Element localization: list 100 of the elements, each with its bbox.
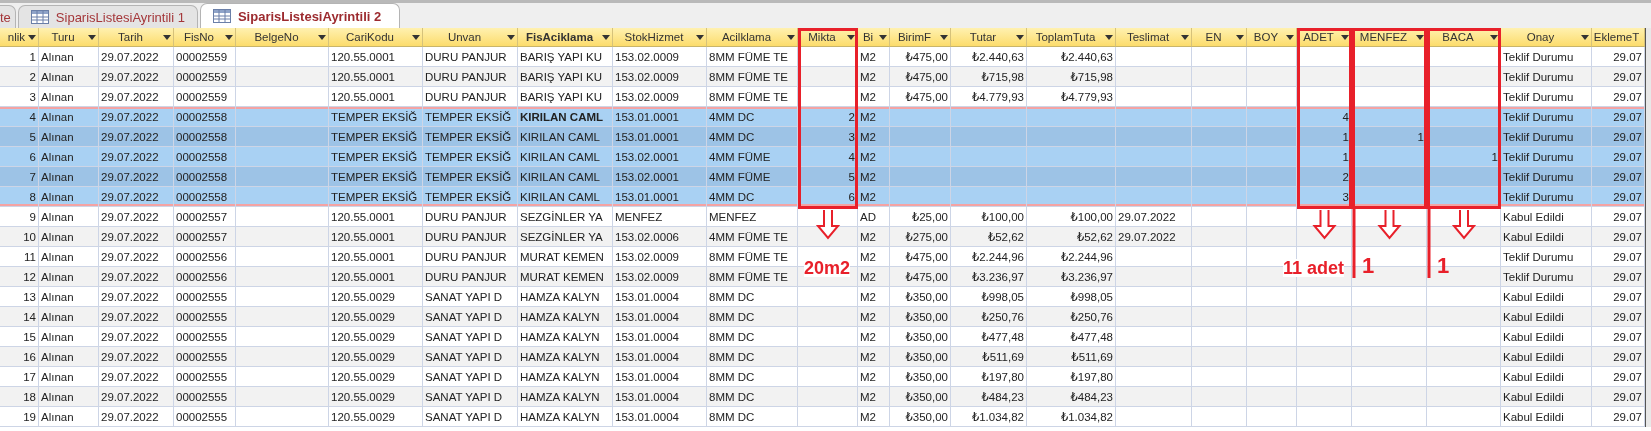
table-cell: TEMPER EKSİĞ [423,167,518,187]
column-header[interactable]: Bi [858,28,890,47]
column-header[interactable]: EN [1192,28,1247,47]
dropdown-caret-icon[interactable] [28,34,36,40]
table-cell: 29.07.2022 [99,67,174,87]
annotation-text: 1 [1437,255,1450,277]
table-cell: TEMPER EKSİĞ [423,147,518,167]
annotation-text: 20m2 [803,259,850,277]
row-selector[interactable]: 5 [0,127,39,147]
table-cell [1192,107,1247,127]
table-cell: 4MM DC [707,107,798,127]
table-cell: 00002555 [174,387,236,407]
table-cell: M2 [858,407,890,427]
tab[interactable]: SiparisListesiAyrintili 2 [199,3,401,28]
table-cell: 29.07 [1592,227,1645,247]
row-selector[interactable]: 16 [0,347,39,367]
dropdown-caret-icon[interactable] [1181,34,1189,40]
table-cell: TEMPER EKSİĞ [329,107,423,127]
row-selector[interactable]: 8 [0,187,39,207]
dropdown-caret-icon[interactable] [1416,34,1424,40]
dropdown-caret-icon[interactable] [1286,34,1294,40]
row-selector[interactable]: 6 [0,147,39,167]
table-cell: ₺250,76 [951,307,1027,327]
dropdown-caret-icon[interactable] [1105,34,1113,40]
table-cell: 29.07 [1592,407,1645,427]
dropdown-caret-icon[interactable] [847,34,855,40]
table-cell: Kabul Edildi [1501,307,1592,327]
column-header[interactable]: nlik [0,28,39,47]
dropdown-caret-icon[interactable] [1341,34,1349,40]
table-cell: ₺1.034,82 [1027,407,1116,427]
table-cell: 153.01.0001 [613,107,707,127]
table-cell: 29.07.2022 [1116,227,1192,247]
table-cell [1297,307,1352,327]
row-selector[interactable]: 2 [0,67,39,87]
table-cell: 4MM DC [707,187,798,207]
table-cell: 29.07.2022 [99,387,174,407]
column-header[interactable]: BOY [1247,28,1297,47]
table-cell: ₺475,00 [890,67,951,87]
table-cell: ₺511,69 [1027,347,1116,367]
dropdown-caret-icon[interactable] [1016,34,1024,40]
column-header[interactable]: CariKodu [329,28,423,47]
dropdown-caret-icon[interactable] [602,34,610,40]
table-cell: Teklif Durumu [1501,167,1592,187]
dropdown-caret-icon[interactable] [696,34,704,40]
row-selector[interactable]: 4 [0,107,39,127]
dropdown-caret-icon[interactable] [1581,34,1589,40]
row-selector[interactable]: 19 [0,407,39,427]
row-selector[interactable]: 14 [0,307,39,327]
tab[interactable]: te [0,5,16,28]
table-cell: 29.07.2022 [99,187,174,207]
dropdown-caret-icon[interactable] [163,34,171,40]
table-cell: 4MM DC [707,127,798,147]
dropdown-caret-icon[interactable] [225,34,233,40]
table-cell: 00002555 [174,307,236,327]
table-cell: 29.07 [1592,107,1645,127]
column-header[interactable]: BelgeNo [236,28,329,47]
table-cell: ₺511,69 [951,347,1027,367]
column-header[interactable]: ToplamTuta [1027,28,1116,47]
dropdown-caret-icon[interactable] [879,34,887,40]
tab[interactable]: SiparisListesiAyrintili 1 [17,5,198,28]
table-cell: 8MM FÜME TE [707,267,798,287]
column-header[interactable]: StokHizmet [613,28,707,47]
column-header[interactable]: FisNo [174,28,236,47]
dropdown-caret-icon[interactable] [940,34,948,40]
dropdown-caret-icon[interactable] [412,34,420,40]
row-selector[interactable]: 7 [0,167,39,187]
dropdown-caret-icon[interactable] [507,34,515,40]
column-header[interactable]: Tutar [951,28,1027,47]
column-header[interactable]: Unvan [423,28,518,47]
row-selector[interactable]: 10 [0,227,39,247]
table-cell [798,387,858,407]
dropdown-caret-icon[interactable] [787,34,795,40]
row-selector[interactable]: 18 [0,387,39,407]
table-cell: KIRILAN CAML [518,147,613,167]
column-header[interactable]: Onay [1501,28,1592,47]
column-header[interactable]: BirimF [890,28,951,47]
table-cell: 29.07 [1592,127,1645,147]
dropdown-caret-icon[interactable] [1490,34,1498,40]
table-cell [1192,387,1247,407]
table-cell: 153.02.0001 [613,167,707,187]
column-header[interactable]: EklemeT [1592,28,1645,47]
table-cell [1247,307,1297,327]
column-header[interactable]: FisAciklama [518,28,613,47]
table-cell: M2 [858,227,890,247]
dropdown-caret-icon[interactable] [88,34,96,40]
column-header[interactable]: Turu [39,28,99,47]
table-cell: 29.07 [1592,187,1645,207]
column-header[interactable]: Acilklama [707,28,798,47]
dropdown-caret-icon[interactable] [1236,34,1244,40]
table-icon [30,10,49,24]
column-header[interactable]: Teslimat [1116,28,1192,47]
dropdown-caret-icon[interactable] [318,34,326,40]
table-cell: 29.07.2022 [99,167,174,187]
column-header[interactable]: Tarih [99,28,174,47]
scrollbar[interactable] [1645,28,1651,427]
table-cell: 8MM DC [707,387,798,407]
table-cell: Alınan [39,67,99,87]
table-cell: Teklif Durumu [1501,67,1592,87]
row-selector[interactable]: 12 [0,267,39,287]
table-cell [1247,227,1297,247]
